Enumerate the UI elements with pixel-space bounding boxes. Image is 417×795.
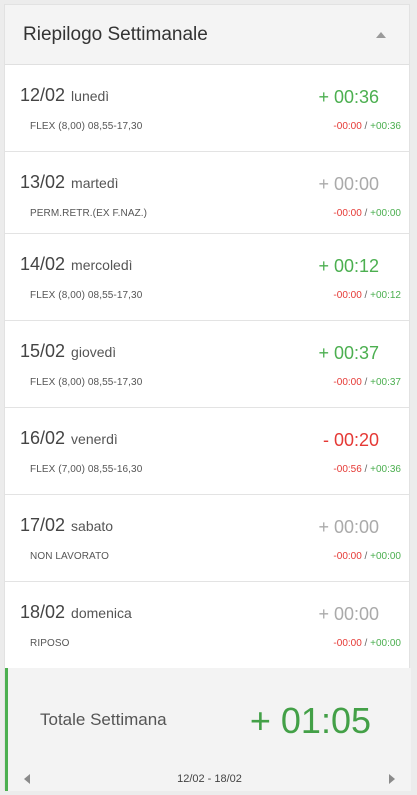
day-row[interactable]: 13/02 martedì PERM.RETR.(EX F.NAZ.) + 00:…: [5, 152, 409, 234]
day-balance: + 00:12: [318, 256, 379, 276]
day-balance: + 00:00: [318, 174, 379, 194]
day-credit: +00:00: [370, 638, 401, 649]
caret-left-icon: [24, 774, 30, 784]
day-row[interactable]: 16/02 venerdì FLEX (7,00) 08,55-16,30 - 0…: [5, 408, 409, 495]
week-range: 12/02 - 18/02: [177, 773, 242, 785]
day-debit: -00:00: [333, 208, 362, 219]
day-detail: -00:00 / +00:37: [333, 377, 401, 388]
day-schedule: NON LAVORATO: [30, 551, 109, 562]
day-schedule: FLEX (8,00) 08,55-17,30: [30, 290, 143, 301]
day-debit: -00:56: [333, 464, 362, 475]
detail-separator: /: [361, 551, 371, 562]
day-date: 15/02: [20, 341, 66, 361]
day-balance: + 00:00: [318, 517, 379, 537]
week-navigation: 12/02 - 18/02: [8, 767, 411, 791]
day-balance: + 00:00: [318, 604, 379, 624]
total-label: Totale Settimana: [40, 710, 167, 729]
day-date: 14/02: [20, 254, 66, 274]
day-credit: +00:36: [370, 464, 401, 475]
day-credit: +00:12: [370, 290, 401, 301]
next-week-button[interactable]: [385, 772, 399, 786]
day-detail: -00:00 / +00:00: [333, 551, 401, 562]
day-date: 17/02: [20, 515, 66, 535]
day-row[interactable]: 14/02 mercoledì FLEX (8,00) 08,55-17,30 +…: [5, 234, 409, 321]
detail-separator: /: [361, 121, 371, 132]
day-debit: -00:00: [333, 121, 362, 132]
day-credit: +00:37: [370, 377, 401, 388]
weekly-summary-panel: Riepilogo Settimanale 12/02 lunedì FLEX (…: [4, 4, 411, 791]
day-credit: +00:00: [370, 551, 401, 562]
detail-separator: /: [361, 208, 371, 219]
day-debit: -00:00: [333, 377, 362, 388]
day-debit: -00:00: [333, 290, 362, 301]
collapse-button[interactable]: [371, 25, 391, 45]
day-balance: + 00:37: [318, 343, 379, 363]
day-detail: -00:56 / +00:36: [333, 464, 401, 475]
day-balance: - 00:20: [322, 430, 379, 450]
detail-separator: /: [361, 377, 371, 388]
day-schedule: RIPOSO: [30, 638, 70, 649]
weekly-total: Totale Settimana + 01:05 12/02 - 18/02: [5, 668, 411, 791]
day-row[interactable]: 12/02 lunedì FLEX (8,00) 08,55-17,30 + 00…: [5, 65, 409, 152]
detail-separator: /: [361, 638, 371, 649]
prev-week-button[interactable]: [20, 772, 34, 786]
panel-title: Riepilogo Settimanale: [23, 23, 208, 45]
detail-separator: /: [361, 464, 371, 475]
day-schedule: FLEX (7,00) 08,55-16,30: [30, 464, 143, 475]
day-date: 12/02: [20, 85, 66, 105]
day-weekday: giovedì: [71, 344, 117, 360]
day-credit: +00:36: [370, 121, 401, 132]
day-weekday: martedì: [71, 175, 119, 191]
day-weekday: sabato: [71, 518, 114, 534]
total-value: + 01:05: [249, 700, 371, 741]
detail-separator: /: [361, 290, 371, 301]
day-weekday: domenica: [71, 605, 132, 621]
day-schedule: FLEX (8,00) 08,55-17,30: [30, 377, 143, 388]
day-weekday: mercoledì: [71, 257, 133, 273]
day-detail: -00:00 / +00:12: [333, 290, 401, 301]
day-date: 16/02: [20, 428, 66, 448]
day-row[interactable]: 18/02 domenica RIPOSO + 00:00 -00:00 / +0…: [5, 582, 409, 669]
day-debit: -00:00: [333, 638, 362, 649]
day-date: 13/02: [20, 172, 66, 192]
day-schedule: PERM.RETR.(EX F.NAZ.): [30, 208, 148, 219]
day-schedule: FLEX (8,00) 08,55-17,30: [30, 121, 143, 132]
day-row[interactable]: 17/02 sabato NON LAVORATO + 00:00 -00:00 …: [5, 495, 409, 582]
day-row[interactable]: 15/02 giovedì FLEX (8,00) 08,55-17,30 + 0…: [5, 321, 409, 408]
caret-up-icon: [376, 31, 386, 38]
day-date: 18/02: [20, 602, 66, 622]
day-debit: -00:00: [333, 551, 362, 562]
day-weekday: venerdì: [71, 431, 118, 447]
day-detail: -00:00 / +00:00: [333, 638, 401, 649]
caret-right-icon: [389, 774, 395, 784]
day-credit: +00:00: [370, 208, 401, 219]
panel-header[interactable]: Riepilogo Settimanale: [5, 5, 409, 65]
day-detail: -00:00 / +00:36: [333, 121, 401, 132]
day-weekday: lunedì: [71, 88, 110, 104]
day-detail: -00:00 / +00:00: [333, 208, 401, 219]
day-list: 12/02 lunedì FLEX (8,00) 08,55-17,30 + 00…: [5, 65, 409, 669]
day-balance: + 00:36: [318, 87, 379, 107]
